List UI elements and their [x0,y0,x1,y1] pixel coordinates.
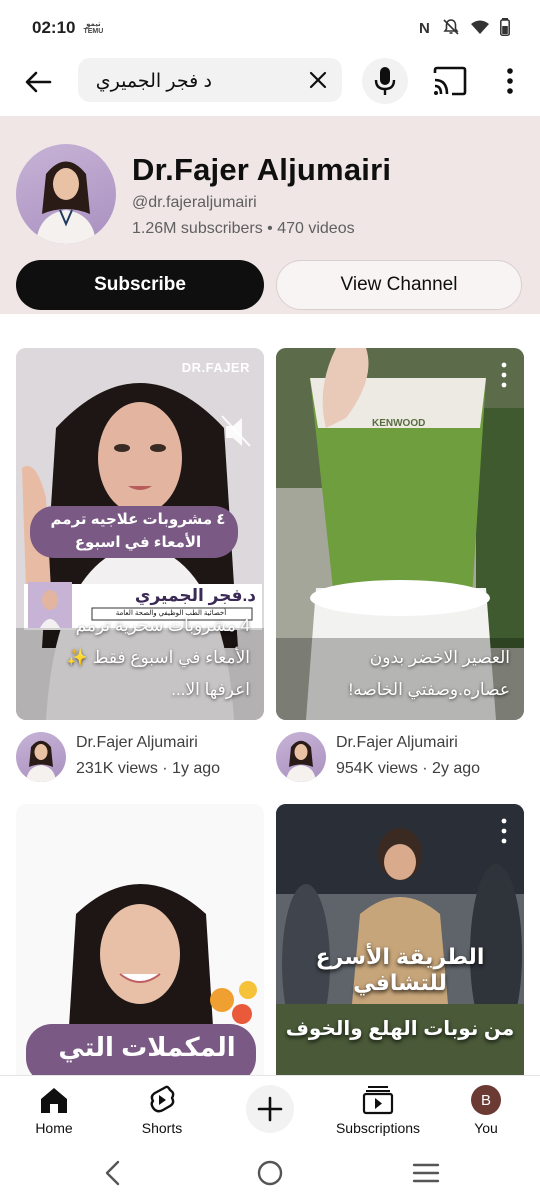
arrow-left-icon [25,71,52,93]
channel-card[interactable]: Dr.Fajer Aljumairi @dr.fajeraljumairi 1.… [0,116,540,314]
view-channel-button[interactable]: View Channel [276,260,522,310]
short-card[interactable]: الطريقة الأسرع للتشافي من نوبات الهلع وا… [276,804,524,1075]
status-icons: N [418,18,510,36]
system-nav-bar [0,1145,540,1199]
voice-search-button[interactable] [362,58,408,104]
wifi-icon [471,20,489,34]
microphone-icon [374,67,396,95]
overlay-text: المكملات التي [58,1032,236,1062]
more-options-icon[interactable] [500,362,508,388]
system-recents-icon[interactable] [410,1157,442,1189]
system-back-icon[interactable] [98,1157,130,1189]
more-options-icon[interactable] [498,66,522,96]
short-meta: Dr.Fajer Aljumairi 954K views · 2y ago [276,732,526,788]
overlay-name: د.فجر الجميري [134,586,256,605]
temu-badge-line1: ﺗﻴﻤﻮ [86,21,101,28]
channel-avatar[interactable] [276,732,326,782]
system-home-icon[interactable] [254,1157,286,1189]
bottom-nav: Home Shorts Subscriptions B You [0,1075,540,1145]
channel-avatar-portrait [36,161,96,244]
overlay-line1: الطريقة الأسرع للتشافي [315,944,485,995]
channel-name[interactable]: Dr.Fajer Aljumairi [132,152,391,188]
channel-avatar-portrait [286,740,316,782]
shorts-icon [150,1085,175,1113]
nav-home[interactable]: Home [4,1084,104,1136]
blender-brand: KENWOOD [372,418,426,429]
short-stats: 231K views · 1y ago [76,760,221,777]
back-button[interactable] [20,64,56,100]
nav-subscriptions-label: Subscriptions [335,1120,421,1136]
short-card[interactable]: KENWOOD العصير الاخضر بدون عصاره.وصفتي ا… [276,348,524,720]
svg-text:N: N [419,20,430,35]
user-avatar: B [471,1085,501,1115]
short-title[interactable]: 4 مشروبات سحرية ترمم الأمعاء في اسبوع فق… [28,610,250,706]
battery-icon [500,18,510,36]
cast-icon[interactable] [432,66,468,96]
short-stats: 954K views · 2y ago [336,760,481,777]
overlay-line2: من نوبات الهلع والخوف [285,1018,515,1040]
short-channel-name[interactable]: Dr.Fajer Aljumairi [336,734,458,752]
nav-home-label: Home [35,1120,73,1136]
status-bar: 02:10 ﺗﻴﻤﻮ TEMU N [0,0,540,56]
search-header: د فجر الجميري [0,56,540,116]
subscribe-button[interactable]: Subscribe [16,260,264,310]
channel-avatar-portrait [26,740,56,782]
create-button[interactable] [246,1085,294,1133]
short-channel-name[interactable]: Dr.Fajer Aljumairi [76,734,198,752]
channel-stats: 1.26M subscribers • 470 videos [132,220,355,237]
short-card[interactable]: DR.FAJER ٤ مشروبات علاجيه ترمم الأمعاء ف… [16,348,264,720]
brand-watermark: DR.FAJER [181,360,250,375]
search-query: د فجر الجميري [95,71,212,92]
short-title[interactable]: العصير الاخضر بدون عصاره.وصفتي الخاصه! [288,642,511,706]
more-options-icon[interactable] [500,818,508,844]
nav-shorts[interactable]: Shorts [112,1084,212,1136]
temu-notification-icon: ﺗﻴﻤﻮ TEMU [83,21,103,35]
short-meta: Dr.Fajer Aljumairi 231K views · 1y ago [16,732,266,788]
overlay-quote: ٤ مشروبات علاجيه ترمم الأمعاء في اسبوع [50,511,226,551]
short-card[interactable]: المكملات التي [16,804,264,1075]
channel-avatar[interactable] [16,732,66,782]
temu-badge-line2: TEMU [83,28,104,35]
channel-avatar[interactable] [16,144,116,244]
nfc-icon: N [419,20,430,35]
nav-subscriptions[interactable]: Subscriptions [328,1084,428,1136]
subscriptions-icon [362,1086,394,1115]
search-input[interactable]: د فجر الجميري [78,58,342,102]
nav-shorts-label: Shorts [141,1120,183,1136]
status-time: 02:10 [32,18,76,37]
channel-handle: @dr.fajeraljumairi [132,194,257,211]
bell-off-icon [443,19,459,35]
clear-search-button[interactable] [306,68,330,92]
home-icon [41,1088,67,1113]
plus-icon [257,1096,283,1122]
nav-you-label: You [474,1120,498,1136]
nav-you[interactable]: B You [436,1084,536,1136]
